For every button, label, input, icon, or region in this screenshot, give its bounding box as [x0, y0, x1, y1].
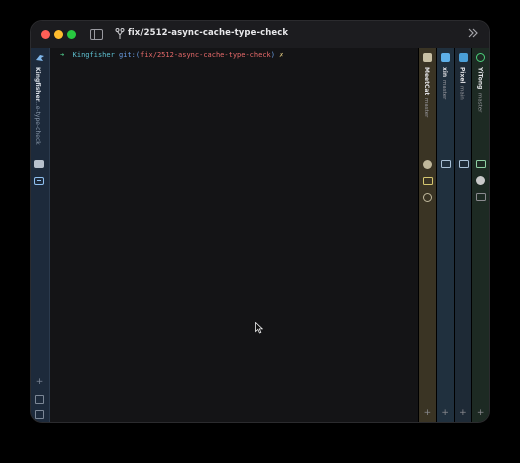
pane-meetcat[interactable]: MeetCat master +: [418, 48, 436, 422]
workspace-panes: MeetCat master + xin master + Pixel main…: [418, 48, 489, 422]
shell-prompt: ➜ Kingfisher git:(fix/2512-async-cache-t…: [60, 51, 283, 59]
github-icon[interactable]: [423, 193, 432, 202]
add-icon[interactable]: +: [35, 378, 44, 387]
terminal-icon[interactable]: [440, 160, 451, 168]
settings-icon[interactable]: [423, 160, 432, 169]
sidebar-toggle-icon[interactable]: [90, 29, 103, 40]
yitong-app-icon: [476, 53, 486, 62]
app-window-icon[interactable]: [34, 160, 44, 168]
prompt-arrow: ➜: [60, 51, 65, 59]
pane-title: MeetCat: [423, 67, 430, 96]
pane-branch: main: [458, 86, 465, 100]
project-name[interactable]: Kingfisher: [34, 67, 41, 102]
pane-branch: master: [440, 80, 447, 100]
pixel-app-icon: [458, 53, 468, 62]
terminal-icon[interactable]: [34, 177, 44, 185]
pane-yitong[interactable]: YiTong master +: [471, 48, 489, 422]
prompt-directory: Kingfisher: [72, 51, 115, 59]
kingfisher-logo-icon: [36, 55, 44, 61]
pane-title: YiTong: [476, 67, 484, 90]
add-icon[interactable]: +: [437, 408, 454, 418]
git-branch-icon: [115, 28, 125, 39]
title-bar: fix/2512-async-cache-type-check: [31, 21, 489, 49]
zoom-button[interactable]: [67, 30, 76, 39]
pane-title: xin: [440, 67, 448, 78]
close-button[interactable]: [41, 30, 50, 39]
terminal-icon[interactable]: [458, 160, 469, 168]
prompt-close: ): [270, 51, 275, 59]
add-icon[interactable]: +: [472, 408, 489, 418]
project-sidebar: Kingfisher ...e-type-check +: [31, 48, 50, 422]
pane-xin[interactable]: xin master +: [435, 48, 454, 422]
terminal-icon[interactable]: [476, 193, 487, 201]
window-title: fix/2512-async-cache-type-check: [128, 28, 289, 38]
bug-icon[interactable]: [476, 176, 486, 185]
project-branch: ...e-type-check: [34, 100, 41, 145]
minimize-button[interactable]: [54, 30, 63, 39]
prompt-branch: fix/2512-async-cache-type-check: [140, 51, 271, 59]
pane-title: Pixel: [458, 67, 466, 84]
terminal-view[interactable]: ➜ Kingfisher git:(fix/2512-async-cache-t…: [50, 48, 418, 422]
terminal-icon[interactable]: [476, 160, 487, 168]
xin-app-icon: [440, 53, 450, 62]
book-icon[interactable]: [35, 395, 44, 404]
app-window: fix/2512-async-cache-type-check Kingfish…: [30, 20, 490, 423]
meetcat-app-icon: [423, 53, 432, 62]
prompt-git: git:(: [119, 51, 141, 59]
pane-pixel[interactable]: Pixel main +: [453, 48, 472, 422]
terminal-icon[interactable]: [423, 177, 433, 185]
panel-icon[interactable]: [35, 410, 44, 419]
pane-branch: master: [476, 93, 483, 113]
chevron-double-right-icon[interactable]: [467, 27, 479, 39]
add-icon[interactable]: +: [455, 408, 472, 418]
mouse-pointer-icon: [255, 322, 263, 334]
pane-branch: master: [423, 98, 429, 118]
prompt-dirty-mark: ✗: [279, 51, 284, 59]
add-icon[interactable]: +: [419, 408, 436, 418]
